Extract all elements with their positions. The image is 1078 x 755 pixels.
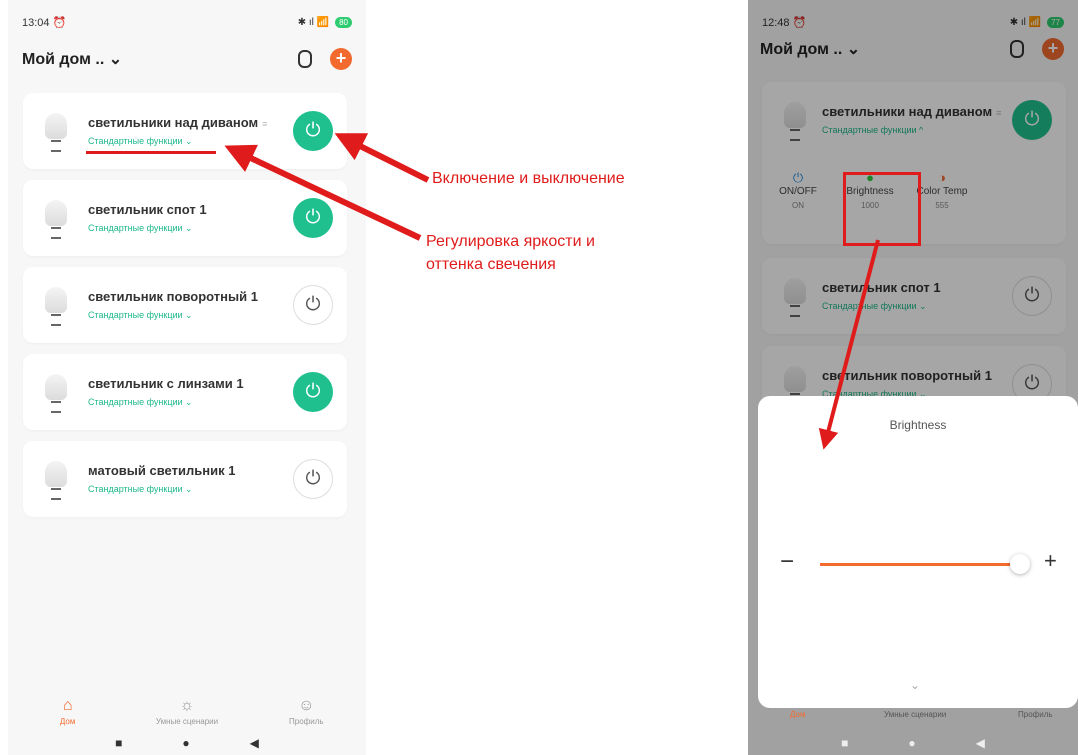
arrow-power xyxy=(334,133,430,183)
arrow-to-sheet xyxy=(818,239,880,450)
annotation-arrows xyxy=(224,133,880,450)
